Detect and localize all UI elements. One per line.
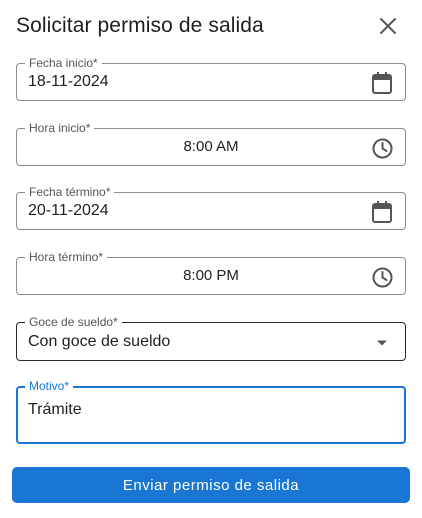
dropdown-arrow-icon [377,340,387,346]
fecha-inicio-value: 18-11-2024 [28,73,109,90]
fecha-termino-picker-button[interactable] [371,201,393,223]
permission-dialog: Solicitar permiso de salida Fecha inicio… [0,0,422,518]
fecha-inicio-field[interactable]: Fecha inicio* 18-11-2024 [16,55,406,101]
motivo-field[interactable]: Motivo* Trámite [16,378,406,444]
hora-inicio-field[interactable]: Hora inicio* 8:00 AM [16,120,406,166]
goce-sueldo-dropdown-toggle[interactable] [371,332,393,354]
goce-sueldo-select[interactable]: Goce de sueldo* Con goce de sueldo [16,314,406,361]
motivo-input[interactable]: Trámite [28,401,82,419]
fecha-termino-field[interactable]: Fecha término* 20-11-2024 [16,184,406,230]
hora-termino-field[interactable]: Hora término* 8:00 PM [16,249,406,295]
clock-icon [372,267,392,287]
close-button[interactable] [376,14,400,38]
goce-sueldo-value: Con goce de sueldo [28,333,171,350]
dialog-title: Solicitar permiso de salida [16,14,264,37]
hora-termino-value: 8:00 PM [183,267,239,284]
hora-inicio-value: 8:00 AM [183,138,239,155]
fecha-termino-value: 20-11-2024 [28,202,109,219]
fecha-inicio-label: Fecha inicio* [25,55,102,71]
hora-termino-label: Hora término* [25,249,108,265]
hora-inicio-picker-button[interactable] [371,137,393,159]
calendar-icon [372,201,392,223]
motivo-label: Motivo* [25,378,74,394]
clock-icon [372,138,392,158]
hora-inicio-label: Hora inicio* [25,120,95,136]
goce-sueldo-label: Goce de sueldo* [25,314,122,330]
submit-button[interactable]: Enviar permiso de salida [12,467,410,503]
hora-termino-picker-button[interactable] [371,266,393,288]
calendar-icon [372,72,392,94]
fecha-inicio-picker-button[interactable] [371,72,393,94]
fecha-termino-label: Fecha término* [25,184,115,200]
close-icon [380,18,396,34]
